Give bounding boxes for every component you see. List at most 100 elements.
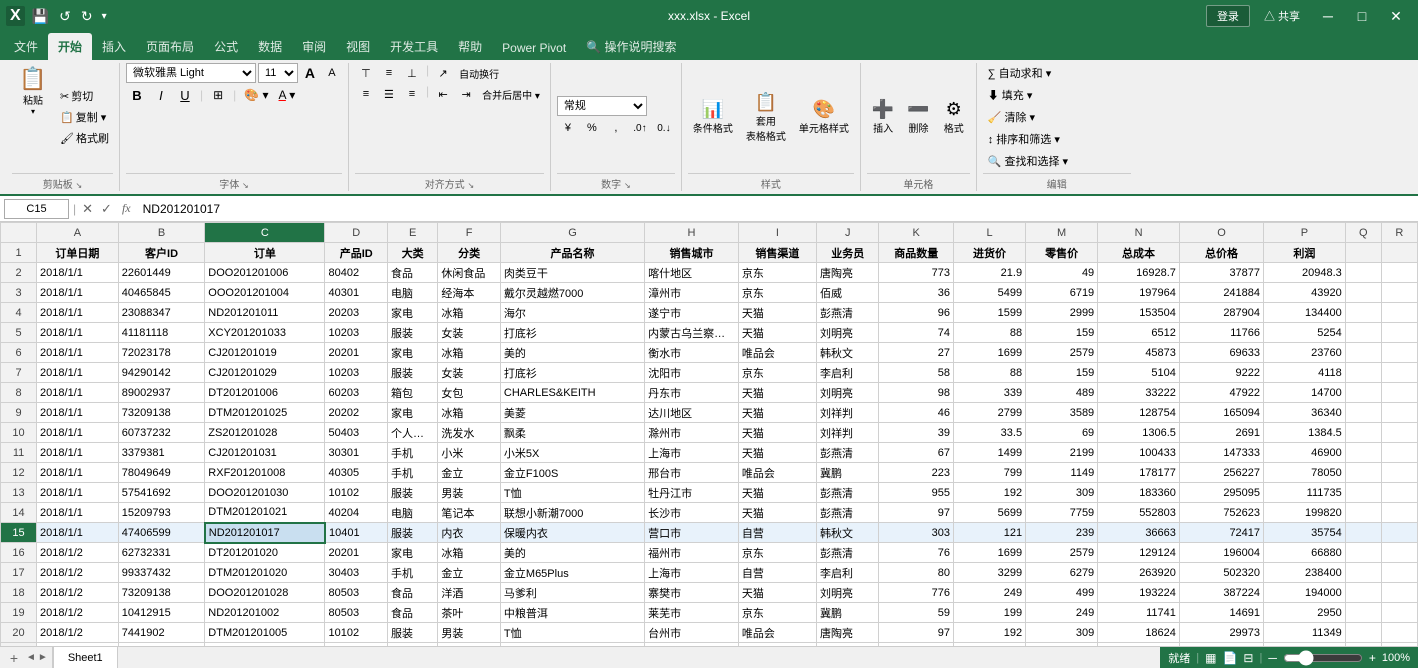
cell[interactable]: 30403 [325,563,387,583]
cell[interactable]: DT201201020 [205,543,325,563]
cell[interactable]: 手机 [387,563,437,583]
cell[interactable]: 23088347 [118,303,205,323]
cell[interactable]: 邢台市 [645,463,739,483]
cell[interactable]: 订单日期 [37,243,119,263]
cell[interactable]: 内蒙古乌兰察布市 [645,323,739,343]
cell[interactable]: 9222 [1179,363,1263,383]
cell[interactable]: 天猫 [738,483,816,503]
cell[interactable]: 帽子 [500,643,644,647]
cell[interactable]: 11349 [1264,623,1346,643]
menu-power-pivot[interactable]: Power Pivot [492,36,576,60]
cell[interactable] [1345,343,1381,363]
cell[interactable] [1381,623,1417,643]
col-header-q[interactable]: Q [1345,223,1381,243]
table-row[interactable]: 22018/1/122601449DOO20120100680402食品休闲食品… [1,263,1418,283]
cell[interactable]: 女包 [438,383,500,403]
table-row[interactable]: 72018/1/194290142CJ20120102910203服装女装打底衫… [1,363,1418,383]
cell[interactable]: 服装 [387,623,437,643]
cell[interactable] [1345,503,1381,523]
cell[interactable]: 72023178 [118,343,205,363]
cell[interactable]: 漳州市 [645,283,739,303]
cell[interactable] [1381,363,1417,383]
cell[interactable]: 家电 [387,343,437,363]
cell[interactable]: 冰箱 [438,403,500,423]
cell[interactable] [1345,583,1381,603]
cell[interactable]: 产品ID [325,243,387,263]
row-header[interactable]: 1 [1,243,37,263]
scroll-left-button[interactable]: ◄ [26,652,36,663]
cell[interactable]: 海尔 [500,303,644,323]
cell[interactable]: 10505 [325,643,387,647]
cell[interactable]: 洗发水 [438,423,500,443]
cell[interactable]: T恤 [500,623,644,643]
cell[interactable]: 54 [879,643,954,647]
cell[interactable]: 10102 [325,623,387,643]
cell[interactable]: 98 [879,383,954,403]
cell[interactable]: 502320 [1179,563,1263,583]
cell[interactable]: 李启利 [816,363,878,383]
cell[interactable]: 保暖内衣 [500,523,644,543]
row-header[interactable]: 17 [1,563,37,583]
cell[interactable]: 183360 [1098,483,1180,503]
cell[interactable]: 2018/1/1 [37,263,119,283]
row-header[interactable]: 6 [1,343,37,363]
table-format-button[interactable]: 📋 套用 表格格式 [741,89,791,146]
cell[interactable]: 零售价 [1026,243,1098,263]
menu-data[interactable]: 数据 [248,33,292,60]
cell[interactable]: 14700 [1264,383,1346,403]
cell[interactable]: 5699 [953,503,1025,523]
table-row[interactable]: 152018/1/147406599ND20120101710401服装内衣保暖… [1,523,1418,543]
cell[interactable]: 李启利 [816,563,878,583]
col-header-o[interactable]: O [1179,223,1263,243]
cell[interactable]: 休闲食品 [438,263,500,283]
cell[interactable]: 2799 [953,403,1025,423]
cell[interactable]: 家电 [387,403,437,423]
cell[interactable]: 1149 [1026,463,1098,483]
fill-button[interactable]: ⬇ 填充 ▾ [983,85,1131,105]
cell[interactable]: 中粮普洱 [500,603,644,623]
cell[interactable]: 36340 [1264,403,1346,423]
cell[interactable] [1381,443,1417,463]
cell[interactable]: 80402 [325,263,387,283]
cell[interactable]: 955 [879,483,954,503]
cell[interactable]: 59 [879,603,954,623]
cell[interactable] [1381,463,1417,483]
cell[interactable]: 69 [1026,423,1098,443]
cell[interactable]: 196004 [1179,543,1263,563]
cell[interactable] [1345,563,1381,583]
col-header-l[interactable]: L [953,223,1025,243]
cell[interactable]: 62 [953,643,1025,647]
cell[interactable]: 美的 [500,343,644,363]
cell[interactable]: 京东 [738,543,816,563]
col-header-m[interactable]: M [1026,223,1098,243]
cell[interactable]: 15209793 [118,503,205,523]
cell[interactable]: 159 [1026,323,1098,343]
copy-button[interactable]: 📋 复制 ▾ [56,107,113,127]
cell[interactable]: 159 [1026,363,1098,383]
cell[interactable] [1345,243,1381,263]
autosum-button[interactable]: ∑ 自动求和 ▾ [983,63,1131,83]
cell[interactable]: 2018/1/2 [37,643,119,647]
cell[interactable]: 43920 [1264,283,1346,303]
cell[interactable]: CHARLES&KEITH [500,383,644,403]
cell[interactable] [1381,263,1417,283]
cell[interactable]: DOO201201006 [205,263,325,283]
cell[interactable]: 家电 [387,303,437,323]
cell[interactable]: 30301 [325,443,387,463]
col-header-j[interactable]: J [816,223,878,243]
cell[interactable]: 经海本 [438,283,500,303]
cell[interactable]: 分类 [438,243,500,263]
cell[interactable]: 6279 [1026,563,1098,583]
cell[interactable]: 京东 [738,263,816,283]
cell[interactable]: 129124 [1098,543,1180,563]
cell[interactable] [1345,483,1381,503]
cell[interactable]: 2691 [1179,423,1263,443]
cell[interactable]: 58 [879,363,954,383]
align-bottom-button[interactable]: ⊥ [401,63,423,83]
cell[interactable]: 手机 [387,443,437,463]
cell[interactable]: 29973 [1179,623,1263,643]
merge-center-button[interactable]: 合并后居中 ▾ [478,84,544,104]
cell[interactable]: 2018/1/1 [37,323,119,343]
cell[interactable] [1381,643,1417,647]
cell[interactable] [1381,243,1417,263]
